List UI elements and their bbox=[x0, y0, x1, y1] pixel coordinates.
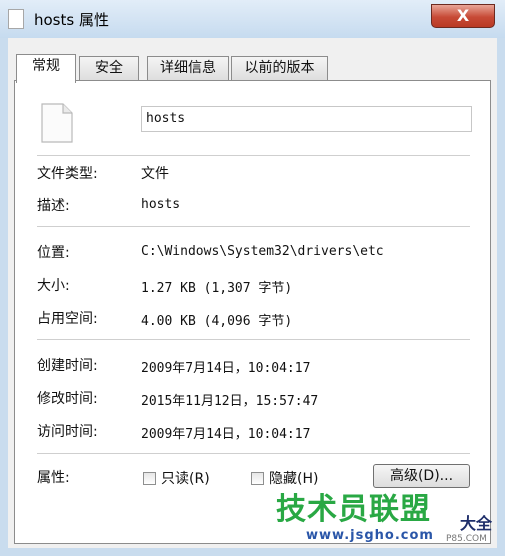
window-title: hosts 属性 bbox=[34, 11, 109, 29]
watermark-url-secondary: P85.COM bbox=[446, 534, 487, 544]
hidden-checkbox[interactable] bbox=[251, 472, 264, 485]
title-bar: hosts 属性 X bbox=[0, 0, 505, 38]
separator bbox=[37, 155, 470, 156]
disk-size-label: 占用空间: bbox=[37, 311, 98, 327]
description-value: hosts bbox=[141, 197, 181, 212]
separator bbox=[37, 453, 470, 454]
location-value: C:\Windows\System32\drivers\etc bbox=[141, 244, 384, 259]
created-label: 创建时间: bbox=[37, 358, 98, 374]
tab-security[interactable]: 安全 bbox=[79, 56, 139, 80]
tab-general[interactable]: 常规 bbox=[16, 54, 76, 83]
description-label: 描述: bbox=[37, 198, 70, 214]
accessed-value: 2009年7月14日，10:04:17 bbox=[141, 427, 311, 442]
watermark-main-text: 技术员联盟 bbox=[276, 492, 431, 527]
modified-label: 修改时间: bbox=[37, 391, 98, 407]
size-label: 大小: bbox=[37, 278, 70, 294]
location-label: 位置: bbox=[37, 245, 70, 261]
watermark-side-text: 大全 bbox=[460, 514, 493, 533]
close-button[interactable]: X bbox=[431, 4, 495, 28]
accessed-label: 访问时间: bbox=[37, 424, 98, 440]
created-value: 2009年7月14日，10:04:17 bbox=[141, 361, 311, 376]
readonly-label[interactable]: 只读(R) bbox=[161, 468, 210, 488]
disk-size-value: 4.00 KB (4,096 字节) bbox=[141, 314, 293, 329]
tab-details[interactable]: 详细信息 bbox=[147, 56, 229, 80]
modified-value: 2015年11月12日，15:57:47 bbox=[141, 394, 319, 409]
file-type-label: 文件类型: bbox=[37, 166, 98, 182]
separator bbox=[37, 339, 470, 340]
watermark-url: www.jsgho.com bbox=[306, 528, 434, 543]
file-type-value: 文件 bbox=[141, 166, 169, 182]
document-icon bbox=[41, 103, 73, 143]
watermark-logo: 技术员联盟 大全 www.jsgho.com P85.COM bbox=[270, 484, 500, 554]
tab-previous-versions[interactable]: 以前的版本 bbox=[231, 56, 328, 80]
file-icon bbox=[8, 9, 24, 29]
file-name-input[interactable]: hosts bbox=[141, 106, 472, 132]
dialog-client: 常规 安全 详细信息 以前的版本 hosts 文件类型: 文件 描述: host… bbox=[8, 38, 497, 548]
separator bbox=[37, 226, 470, 227]
readonly-checkbox[interactable] bbox=[143, 472, 156, 485]
attributes-label: 属性: bbox=[37, 470, 70, 486]
general-panel: hosts 文件类型: 文件 描述: hosts 位置: C:\Windows\… bbox=[14, 80, 491, 544]
size-value: 1.27 KB (1,307 字节) bbox=[141, 281, 293, 296]
